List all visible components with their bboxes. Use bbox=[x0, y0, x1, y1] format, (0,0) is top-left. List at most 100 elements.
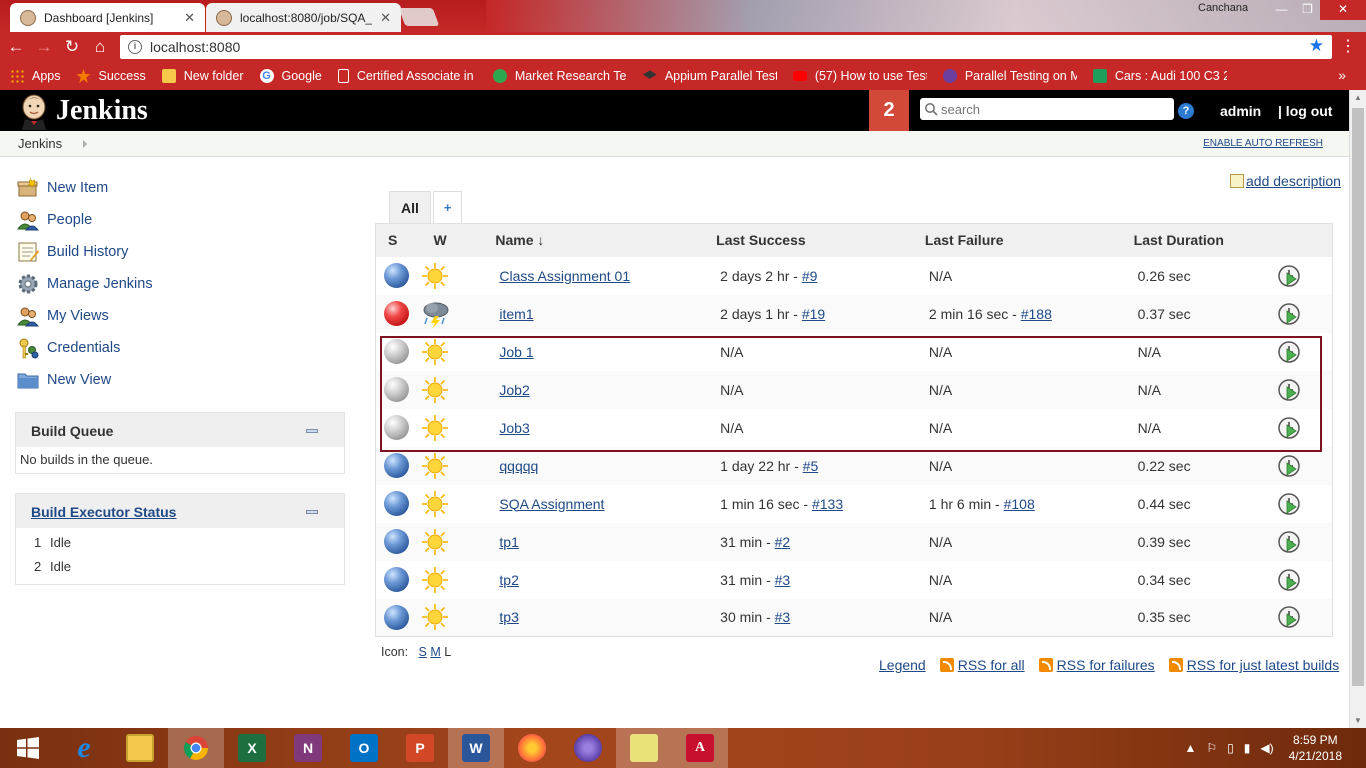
add-view-tab[interactable]: + bbox=[432, 191, 463, 223]
taskbar-file-explorer[interactable] bbox=[112, 728, 168, 768]
taskbar-sticky-notes[interactable] bbox=[616, 728, 672, 768]
last-failure-build-link[interactable]: #108 bbox=[1004, 496, 1035, 512]
schedule-build-icon[interactable] bbox=[1277, 454, 1301, 478]
reload-icon[interactable]: ↻ bbox=[58, 37, 86, 57]
task-label[interactable]: Manage Jenkins bbox=[47, 276, 153, 292]
more-bookmarks-icon[interactable]: » bbox=[1338, 67, 1346, 83]
last-success-build-link[interactable]: #2 bbox=[775, 534, 791, 550]
task-build-history[interactable]: Build History bbox=[16, 236, 153, 268]
scroll-down-icon[interactable]: ▼ bbox=[1354, 716, 1362, 725]
schedule-build-icon[interactable] bbox=[1277, 264, 1301, 288]
rss-latest-label[interactable]: RSS for just latest builds bbox=[1187, 657, 1340, 673]
logout-link[interactable]: | log out bbox=[1278, 103, 1332, 119]
schedule-build-icon[interactable] bbox=[1277, 530, 1301, 554]
breadcrumb-jenkins[interactable]: Jenkins bbox=[18, 136, 62, 151]
schedule-build-icon[interactable] bbox=[1277, 492, 1301, 516]
battery-icon[interactable]: ▯ bbox=[1227, 741, 1234, 755]
job-name-link[interactable]: item1 bbox=[499, 306, 533, 322]
add-description-link[interactable]: add description bbox=[1230, 173, 1341, 189]
volume-icon[interactable]: ◀) bbox=[1260, 741, 1273, 755]
job-name-link[interactable]: SQA Assignment bbox=[499, 496, 604, 512]
bookmark-new-folder[interactable]: New folder bbox=[161, 69, 244, 83]
taskbar-clock[interactable]: 8:59 PM 4/21/2018 bbox=[1289, 732, 1342, 764]
bookmark-star-icon[interactable]: ★ bbox=[1309, 36, 1324, 56]
bookmark-certified-associate[interactable]: Certified Associate in bbox=[337, 69, 477, 83]
task-credentials[interactable]: Credentials bbox=[16, 332, 153, 364]
task-people[interactable]: People bbox=[16, 204, 153, 236]
job-name-link[interactable]: qqqqq bbox=[499, 458, 538, 474]
bookmark-appium[interactable]: Appium Parallel Testi bbox=[642, 69, 777, 83]
search-box[interactable] bbox=[920, 98, 1174, 120]
taskbar-word[interactable]: W bbox=[448, 728, 504, 768]
schedule-build-icon[interactable] bbox=[1277, 605, 1301, 629]
collapse-build-queue-icon[interactable] bbox=[306, 429, 318, 433]
schedule-build-icon[interactable] bbox=[1277, 302, 1301, 326]
bookmark-testng-video[interactable]: (57) How to use TestN bbox=[792, 69, 927, 83]
search-input[interactable] bbox=[941, 101, 1161, 117]
notification-badge[interactable]: 2 bbox=[869, 90, 909, 131]
schedule-build-icon[interactable] bbox=[1277, 568, 1301, 592]
last-success-build-link[interactable]: #5 bbox=[803, 458, 819, 474]
header-status[interactable]: S bbox=[375, 223, 422, 257]
task-label[interactable]: Credentials bbox=[47, 340, 120, 356]
bookmark-apps[interactable]: Apps bbox=[10, 69, 61, 83]
network-icon[interactable]: ⚐ bbox=[1206, 741, 1217, 755]
last-success-build-link[interactable]: #9 bbox=[802, 268, 818, 284]
rss-latest-link[interactable]: RSS for just latest builds bbox=[1168, 657, 1340, 673]
browser-tab-dashboard[interactable]: Dashboard [Jenkins] ✕ bbox=[10, 3, 205, 32]
task-manage-jenkins[interactable]: Manage Jenkins bbox=[16, 268, 153, 300]
address-bar[interactable]: i localhost:8080 ★ bbox=[120, 35, 1332, 59]
task-new-view[interactable]: New View bbox=[16, 364, 153, 396]
bookmark-success[interactable]: Success bbox=[76, 69, 146, 83]
rss-failures-label[interactable]: RSS for failures bbox=[1057, 657, 1155, 673]
icon-size-medium[interactable]: M bbox=[430, 645, 440, 659]
bookmark-google[interactable]: G Google bbox=[259, 69, 322, 83]
schedule-build-icon[interactable] bbox=[1277, 378, 1301, 402]
taskbar-eclipse[interactable] bbox=[560, 728, 616, 768]
task-label[interactable]: Build History bbox=[47, 244, 128, 260]
signal-icon[interactable]: ▮ bbox=[1244, 741, 1251, 755]
url-text[interactable]: localhost:8080 bbox=[150, 39, 240, 55]
job-name-link[interactable]: Job 1 bbox=[499, 344, 533, 360]
add-description-label[interactable]: add description bbox=[1246, 173, 1341, 189]
task-label[interactable]: People bbox=[47, 212, 92, 228]
minimize-icon[interactable]: — bbox=[1268, 0, 1295, 20]
browser-tab-sqa-job[interactable]: localhost:8080/job/SQA_A ✕ bbox=[206, 3, 401, 32]
tab-close-icon[interactable]: ✕ bbox=[184, 10, 195, 26]
show-hidden-icons-icon[interactable]: ▲ bbox=[1185, 741, 1197, 755]
last-success-build-link[interactable]: #3 bbox=[775, 609, 791, 625]
enable-auto-refresh-link[interactable]: ENABLE AUTO REFRESH bbox=[1203, 138, 1323, 149]
build-executor-status-link[interactable]: Build Executor Status bbox=[31, 504, 176, 520]
job-name-link[interactable]: tp3 bbox=[499, 609, 518, 625]
back-arrow-icon[interactable]: ← bbox=[2, 37, 30, 57]
tab-all[interactable]: All bbox=[389, 191, 431, 223]
browser-menu-icon[interactable]: ⋮ bbox=[1340, 36, 1356, 56]
maximize-icon[interactable]: ❐ bbox=[1294, 0, 1321, 20]
forward-arrow-icon[interactable]: → bbox=[30, 37, 58, 57]
close-window-icon[interactable]: ✕ bbox=[1320, 0, 1366, 20]
taskbar-firefox[interactable] bbox=[504, 728, 560, 768]
site-info-icon[interactable]: i bbox=[128, 40, 142, 54]
help-icon[interactable]: ? bbox=[1178, 103, 1194, 119]
jenkins-title[interactable]: Jenkins bbox=[56, 95, 148, 127]
bookmark-parallel-testing[interactable]: Parallel Testing on M bbox=[942, 69, 1077, 83]
header-weather[interactable]: W bbox=[421, 223, 496, 257]
taskbar-acrobat[interactable]: A bbox=[672, 728, 728, 768]
last-success-build-link[interactable]: #133 bbox=[812, 496, 843, 512]
collapse-executor-icon[interactable] bbox=[306, 510, 318, 514]
schedule-build-icon[interactable] bbox=[1277, 416, 1301, 440]
job-name-link[interactable]: tp1 bbox=[499, 534, 518, 550]
job-name-link[interactable]: Class Assignment 01 bbox=[499, 268, 630, 284]
taskbar-outlook[interactable]: O bbox=[336, 728, 392, 768]
bookmark-market-research[interactable]: Market Research Tem bbox=[492, 69, 627, 83]
job-name-link[interactable]: Job3 bbox=[499, 420, 529, 436]
page-scrollbar[interactable]: ▲ ▼ bbox=[1349, 90, 1366, 728]
start-button[interactable] bbox=[0, 728, 56, 768]
last-success-build-link[interactable]: #3 bbox=[775, 572, 791, 588]
taskbar-internet-explorer[interactable]: e bbox=[56, 728, 112, 768]
task-label[interactable]: My Views bbox=[47, 308, 109, 324]
new-tab-button[interactable] bbox=[398, 8, 440, 26]
header-last-duration[interactable]: Last Duration bbox=[1133, 223, 1277, 257]
home-icon[interactable]: ⌂ bbox=[86, 37, 114, 57]
user-link[interactable]: admin bbox=[1220, 103, 1261, 119]
